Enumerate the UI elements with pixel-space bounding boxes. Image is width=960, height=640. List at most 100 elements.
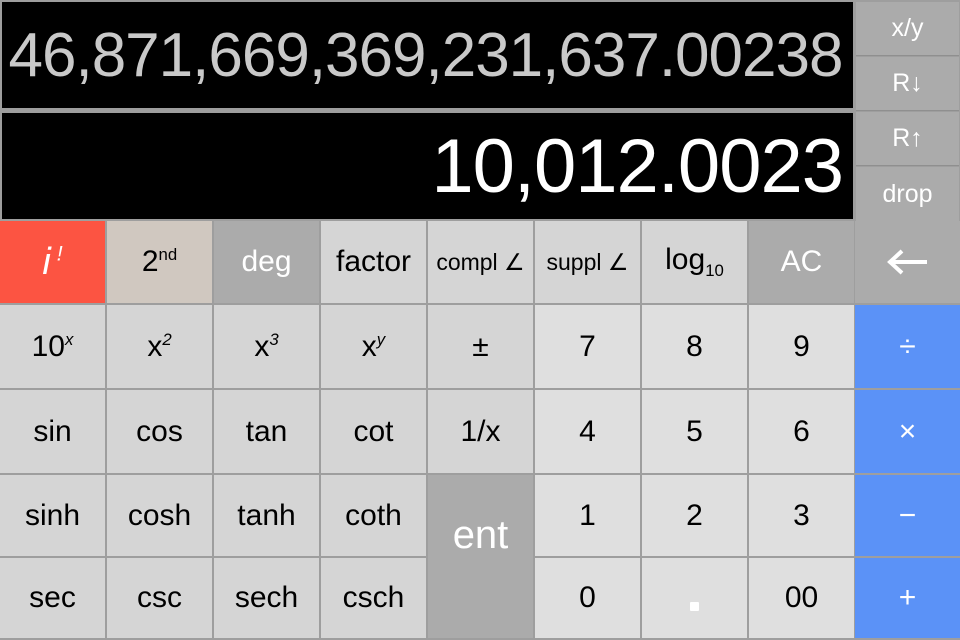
add-label: + [898,581,917,614]
swap-xy-button[interactable]: x/y [856,2,959,56]
degrees-mode-button[interactable]: deg [214,221,321,305]
digit-8-button[interactable]: 8 [642,305,749,390]
csc-label: csc [137,581,182,614]
reciprocal-button[interactable]: 1/x [428,390,535,475]
subtract-button[interactable]: − [855,475,960,558]
digit-0-button[interactable]: 0 [535,558,642,640]
backspace-arrow-icon [885,247,931,277]
double-zero-button[interactable]: 00 [749,558,856,640]
digit-2-label: 2 [686,498,703,532]
csch-button[interactable]: csch [321,558,428,640]
imaginary-factorial-label: i ! [42,241,63,283]
log-base-10-label: log10 [665,242,724,280]
digit-3-label: 3 [793,498,810,532]
divide-button[interactable]: ÷ [855,305,960,390]
degrees-mode-label: deg [241,245,292,278]
digit-3-button[interactable]: 3 [749,475,856,558]
display-upper-value: 46,871,669,369,231,637.00238 [2,2,853,108]
ten-power-x-button[interactable]: 10x [0,305,107,390]
plus-minus-label: ± [472,329,489,363]
sech-button[interactable]: sech [214,558,321,640]
cot-label: cot [353,414,394,448]
tanh-button[interactable]: tanh [214,475,321,558]
drop-label: drop [882,179,933,208]
decimal-point-button[interactable] [642,558,749,640]
factor-label: factor [335,245,412,278]
digit-6-label: 6 [793,414,810,448]
drop-button[interactable]: drop [856,167,959,221]
digit-1-label: 1 [579,498,596,532]
divide-label: ÷ [899,329,916,363]
tan-label: tan [245,414,288,448]
sin-label: sin [33,414,72,448]
cosh-label: cosh [127,498,192,532]
roll-down-button[interactable]: R↓ [856,57,959,111]
x-cubed-label: x3 [254,329,279,363]
digit-7-button[interactable]: 7 [535,305,642,390]
digit-9-button[interactable]: 9 [749,305,856,390]
backspace-button[interactable] [855,221,960,305]
sech-label: sech [234,581,299,614]
cot-button[interactable]: cot [321,390,428,475]
stack-button-column: x/y R↓ R↑ drop [855,0,960,221]
digit-5-button[interactable]: 5 [642,390,749,475]
tanh-label: tanh [237,498,296,532]
sinh-button[interactable]: sinh [0,475,107,558]
second-function-button[interactable]: 2nd [107,221,214,305]
supplement-angle-button[interactable]: suppl ∠ [535,221,642,305]
enter-button[interactable]: ent [428,475,535,640]
enter-label: ent [452,513,509,557]
digit-4-button[interactable]: 4 [535,390,642,475]
swap-xy-label: x/y [891,14,924,42]
subtract-label: − [898,498,917,532]
roll-up-label: R↑ [892,124,923,152]
x-power-y-button[interactable]: xy [321,305,428,390]
supplement-angle-label: suppl ∠ [546,248,629,275]
cosh-button[interactable]: cosh [107,475,214,558]
digit-0-label: 0 [579,581,596,614]
ten-power-x-label: 10x [31,329,74,363]
multiply-label: × [898,414,917,448]
roll-up-button[interactable]: R↑ [856,112,959,166]
keypad: i ! 2nd deg factor compl ∠ suppl ∠ log10 AC 10x x… [0,221,960,640]
all-clear-button[interactable]: AC [749,221,856,305]
sin-button[interactable]: sin [0,390,107,475]
coth-button[interactable]: coth [321,475,428,558]
cos-label: cos [136,414,183,448]
log-base-10-button[interactable]: log10 [642,221,749,305]
csch-label: csch [342,581,405,614]
second-function-label: 2nd [141,245,178,278]
digit-9-label: 9 [793,329,810,363]
calculator-app: 46,871,669,369,231,637.00238 10,012.0023… [0,0,960,640]
double-zero-label: 00 [784,581,819,614]
roll-down-label: R↓ [892,69,923,97]
multiply-button[interactable]: × [855,390,960,475]
all-clear-label: AC [780,245,823,278]
coth-label: coth [345,498,402,532]
digit-6-button[interactable]: 6 [749,390,856,475]
complement-angle-label: compl ∠ [436,248,525,275]
csc-button[interactable]: csc [107,558,214,640]
display-lower-value: 10,012.0023 [2,113,853,219]
digit-2-button[interactable]: 2 [642,475,749,558]
sec-label: sec [29,581,76,614]
x-squared-button[interactable]: x2 [107,305,214,390]
cos-button[interactable]: cos [107,390,214,475]
digit-5-label: 5 [686,414,703,448]
imaginary-factorial-button[interactable]: i ! [0,221,107,305]
x-cubed-button[interactable]: x3 [214,305,321,390]
complement-angle-button[interactable]: compl ∠ [428,221,535,305]
add-button[interactable]: + [855,558,960,640]
reciprocal-label: 1/x [460,414,501,448]
x-squared-label: x2 [147,329,172,363]
digit-8-label: 8 [686,329,703,363]
plus-minus-button[interactable]: ± [428,305,535,390]
display-area: 46,871,669,369,231,637.00238 10,012.0023 [0,0,855,221]
sec-button[interactable]: sec [0,558,107,640]
x-power-y-label: xy [361,329,386,363]
factor-button[interactable]: factor [321,221,428,305]
sinh-label: sinh [24,498,81,532]
tan-button[interactable]: tan [214,390,321,475]
digit-1-button[interactable]: 1 [535,475,642,558]
decimal-point-glyph [690,601,699,611]
